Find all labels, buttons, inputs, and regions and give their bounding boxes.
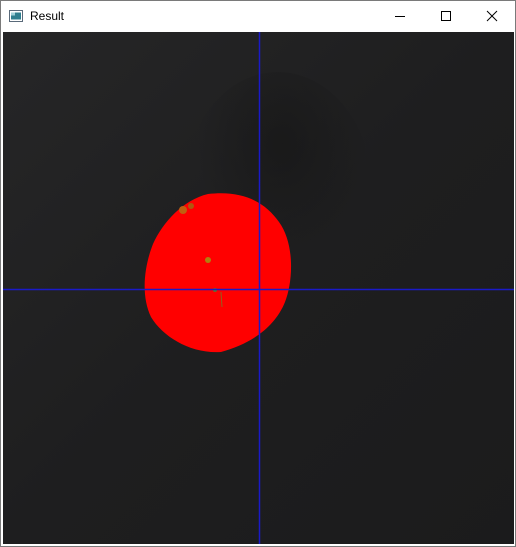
blob-speckle <box>179 206 187 214</box>
title-bar[interactable]: Result <box>1 1 515 31</box>
minimize-icon <box>394 10 406 22</box>
close-button[interactable] <box>469 1 515 31</box>
result-window: Result <box>0 0 516 547</box>
close-icon <box>486 10 498 22</box>
blob-speckle <box>188 203 194 209</box>
blob-speckle <box>205 257 211 263</box>
app-window-icon <box>9 9 23 22</box>
minimize-button[interactable] <box>377 1 423 31</box>
image-canvas <box>3 32 514 544</box>
maximize-icon <box>440 10 452 22</box>
maximize-button[interactable] <box>423 1 469 31</box>
window-title: Result <box>30 9 65 23</box>
